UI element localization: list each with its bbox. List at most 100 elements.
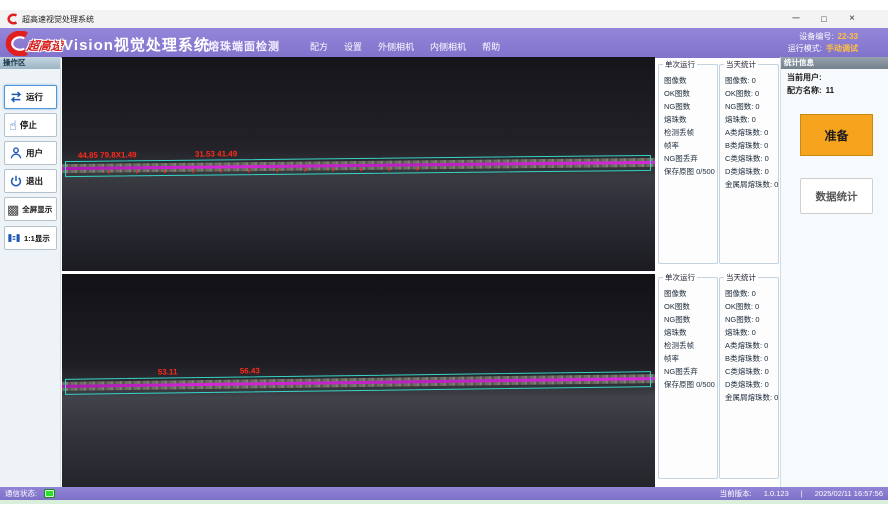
outer-camera-view: 44.85 79.8X1.49 31.53 41.49 bbox=[62, 57, 655, 271]
stop-hand-icon: ☝ bbox=[9, 119, 17, 132]
inner-camera-view: 53.11 56.43 bbox=[62, 274, 655, 487]
groupbox-title: 单次运行 bbox=[663, 272, 697, 283]
stat-row: C类熔珠数: 0 bbox=[725, 365, 777, 378]
datetime-value: 2025/02/11 16:57:56 bbox=[815, 487, 883, 500]
run-button-label: 运行 bbox=[26, 91, 43, 103]
stat-row: 熔珠数: 0 bbox=[725, 326, 777, 339]
statistics-panel-title: 统计信息 bbox=[781, 57, 888, 69]
menu-recipe[interactable]: 配方 bbox=[310, 40, 328, 53]
version-separator: | bbox=[801, 487, 803, 500]
run-mode-row: 运行模式:手动调试 bbox=[788, 43, 858, 55]
app-window: 超高速视觉处理系统 ─ □ × 超高速 IVision视觉处理系统 熔珠端面检测… bbox=[0, 0, 888, 522]
window-title: 超高速视觉处理系统 bbox=[22, 14, 94, 25]
app-icon bbox=[6, 13, 18, 25]
stat-row: 图像数: 0 bbox=[725, 287, 777, 300]
version-label: 当前版本: bbox=[720, 487, 752, 500]
recipe-name-row: 配方名称: 11 bbox=[787, 85, 834, 96]
one-to-one-button-label: 1:1显示 bbox=[24, 233, 50, 244]
exit-button-label: 退出 bbox=[26, 175, 43, 187]
device-number-row: 设备编号:22-33 bbox=[788, 31, 858, 43]
device-info: 设备编号:22-33 运行模式:手动调试 bbox=[788, 31, 858, 55]
power-icon bbox=[9, 174, 23, 188]
stat-row: NG图丢弃 bbox=[664, 365, 716, 378]
stats-group-top-today: 当天统计 图像数: 0 OK图数: 0 NG图数: 0 熔珠数: 0 A类熔珠数… bbox=[719, 64, 779, 264]
user-button[interactable]: 用户 bbox=[4, 141, 57, 165]
menu-settings[interactable]: 设置 bbox=[344, 40, 362, 53]
stat-row: OK图数: 0 bbox=[725, 87, 777, 100]
stat-row: B类熔珠数: 0 bbox=[725, 352, 777, 365]
stat-row: 熔珠数 bbox=[664, 113, 716, 126]
data-statistics-button[interactable]: 数据统计 bbox=[800, 178, 873, 214]
close-icon[interactable]: × bbox=[842, 12, 862, 26]
stat-row: C类熔珠数: 0 bbox=[725, 152, 777, 165]
statistics-panel: 统计信息 当前用户: 配方名称: 11 准备 数据统计 bbox=[780, 57, 888, 487]
stat-row: D类熔珠数: 0 bbox=[725, 165, 777, 178]
one-to-one-icon bbox=[7, 231, 21, 245]
stat-row: 帧率 bbox=[664, 139, 716, 152]
groupbox-title: 单次运行 bbox=[663, 59, 697, 70]
prepare-button[interactable]: 准备 bbox=[800, 114, 873, 156]
recipe-name-value: 11 bbox=[826, 86, 834, 95]
recipe-name-label: 配方名称: bbox=[787, 86, 822, 95]
exit-button[interactable]: 退出 bbox=[4, 169, 57, 193]
run-button[interactable]: 运行 bbox=[4, 85, 57, 109]
bottom-accent-strip bbox=[0, 500, 888, 504]
measurement-annotation: 53.11 bbox=[158, 367, 178, 376]
groupbox-title: 当天统计 bbox=[724, 272, 758, 283]
stat-row: NG图数: 0 bbox=[725, 100, 777, 113]
stop-button-label: 停止 bbox=[20, 119, 37, 131]
current-user-row: 当前用户: bbox=[787, 72, 826, 83]
user-icon bbox=[9, 146, 23, 160]
status-bar: 通信状态: 当前版本: 1.0.123 | 2025/02/11 16:57:5… bbox=[0, 487, 888, 500]
stat-row: NG图数: 0 bbox=[725, 313, 777, 326]
main-menu: 配方 设置 外侧相机 内侧相机 帮助 bbox=[310, 40, 500, 53]
stat-row: 保存原图 0/500 bbox=[664, 378, 716, 391]
fullscreen-icon: ▩ bbox=[7, 203, 19, 216]
fullscreen-button[interactable]: ▩ 全屏显示 bbox=[4, 197, 57, 221]
menu-help[interactable]: 帮助 bbox=[482, 40, 500, 53]
measurement-annotation: 56.43 bbox=[240, 366, 260, 375]
one-to-one-button[interactable]: 1:1显示 bbox=[4, 226, 57, 250]
device-number-value: 22-33 bbox=[838, 32, 858, 41]
menu-inner-camera[interactable]: 内侧相机 bbox=[430, 40, 466, 53]
current-user-label: 当前用户: bbox=[787, 73, 822, 82]
stat-row: 图像数 bbox=[664, 287, 716, 300]
stat-row: 保存原图 0/500 bbox=[664, 165, 716, 178]
version-value: 1.0.123 bbox=[764, 487, 789, 500]
stat-row: B类熔珠数: 0 bbox=[725, 139, 777, 152]
stat-row: A类熔珠数: 0 bbox=[725, 339, 777, 352]
stat-row: D类熔珠数: 0 bbox=[725, 378, 777, 391]
version-info: 当前版本: 1.0.123 | 2025/02/11 16:57:56 bbox=[720, 487, 883, 500]
stop-button[interactable]: ☝ 停止 bbox=[4, 113, 57, 137]
stat-row: OK图数 bbox=[664, 87, 716, 100]
measurement-annotation: 31.53 41.49 bbox=[195, 149, 237, 158]
stats-group-bottom-today: 当天统计 图像数: 0 OK图数: 0 NG图数: 0 熔珠数: 0 A类熔珠数… bbox=[719, 277, 779, 479]
user-button-label: 用户 bbox=[26, 147, 43, 159]
groupbox-title: 当天统计 bbox=[724, 59, 758, 70]
stat-row: 金属屑熔珠数: 0 bbox=[725, 391, 777, 404]
stat-row: NG图数 bbox=[664, 313, 716, 326]
comm-status-label: 通信状态: bbox=[5, 487, 37, 500]
stat-row: 金属屑熔珠数: 0 bbox=[725, 178, 777, 191]
minimize-icon[interactable]: ─ bbox=[786, 12, 806, 26]
stat-row: 熔珠数: 0 bbox=[725, 113, 777, 126]
menu-outer-camera[interactable]: 外侧相机 bbox=[378, 40, 414, 53]
app-subtitle: 熔珠端面检测 bbox=[208, 38, 280, 54]
stat-row: A类熔珠数: 0 bbox=[725, 126, 777, 139]
fullscreen-button-label: 全屏显示 bbox=[22, 204, 52, 215]
stat-row: 图像数: 0 bbox=[725, 74, 777, 87]
stats-group-top-single-run: 单次运行 图像数 OK图数 NG图数 熔珠数 检测丢帧 帧率 NG图丢弃 保存原… bbox=[658, 64, 718, 264]
operation-sidebar: 操作区 运行 ☝ 停止 用户 退出 bbox=[0, 57, 61, 487]
stat-row: NG图丢弃 bbox=[664, 152, 716, 165]
stat-row: 帧率 bbox=[664, 352, 716, 365]
stat-row: 图像数 bbox=[664, 74, 716, 87]
roi-rectangle bbox=[65, 155, 651, 177]
run-icon bbox=[9, 90, 23, 104]
measurement-annotation: 44.85 79.8X1.49 bbox=[78, 150, 137, 160]
window-titlebar: 超高速视觉处理系统 ─ □ × bbox=[0, 10, 888, 28]
stat-row: 检测丢帧 bbox=[664, 126, 716, 139]
restore-icon[interactable]: □ bbox=[814, 12, 834, 26]
stat-row: OK图数: 0 bbox=[725, 300, 777, 313]
comm-status-indicator bbox=[44, 489, 55, 498]
run-mode-value: 手动调试 bbox=[826, 44, 858, 53]
